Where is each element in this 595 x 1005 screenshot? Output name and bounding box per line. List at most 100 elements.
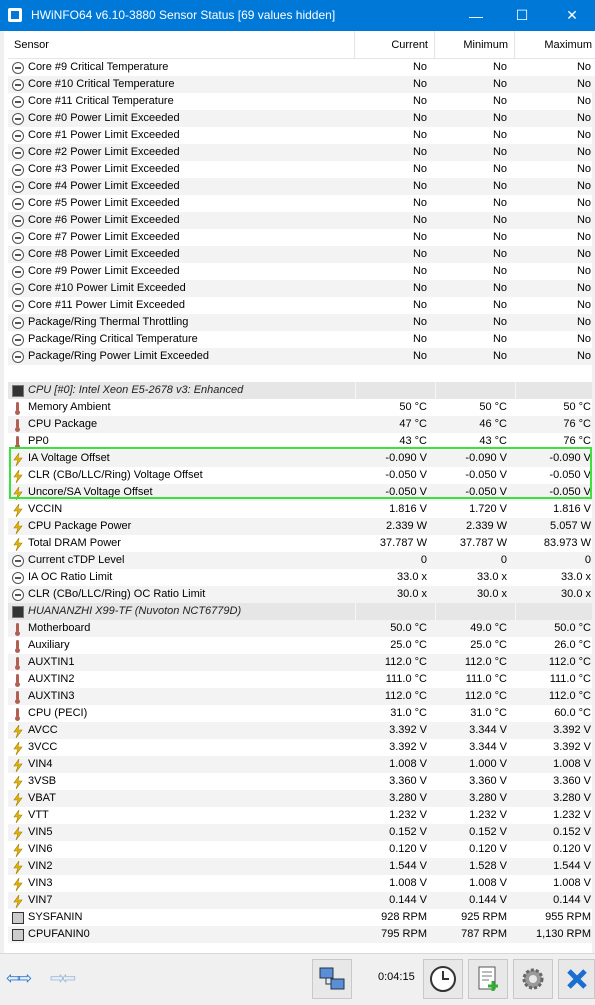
- sensor-name: Core #10 Power Limit Exceeded: [28, 282, 186, 294]
- maximum-value: 955 RPM: [545, 911, 591, 923]
- thermometer-icon: [12, 622, 24, 636]
- sensor-row[interactable]: Package/Ring Power Limit Exceeded No No No: [8, 348, 595, 365]
- sensor-row[interactable]: VIN2 1.544 V 1.528 V 1.544 V: [8, 858, 595, 875]
- sensor-row[interactable]: VIN4 1.008 V 1.000 V 1.008 V: [8, 756, 595, 773]
- sensor-name-cell: CLR (CBo/LLC/Ring) Voltage Offset: [8, 467, 355, 484]
- sensor-name-cell: Motherboard: [8, 620, 355, 637]
- minimum-value: 0.152 V: [469, 826, 507, 838]
- sensor-row[interactable]: IA OC Ratio Limit 33.0 x 33.0 x 33.0 x: [8, 569, 595, 586]
- sensor-name-cell: Core #6 Power Limit Exceeded: [8, 212, 355, 229]
- sensor-name: PP0: [28, 435, 49, 447]
- sensor-row[interactable]: CPU (PECI) 31.0 °C 31.0 °C 60.0 °C: [8, 705, 595, 722]
- fan-icon: [12, 928, 24, 941]
- sensor-row[interactable]: Core #9 Critical Temperature No No No: [8, 59, 595, 76]
- sensor-name: VTT: [28, 809, 49, 821]
- minimum-value: No: [492, 231, 507, 243]
- minimum-value: 112.0 °C: [464, 656, 507, 668]
- sensor-row[interactable]: VIN5 0.152 V 0.152 V 0.152 V: [8, 824, 595, 841]
- sensor-row[interactable]: Uncore/SA Voltage Offset -0.050 V -0.050 V…: [8, 484, 595, 501]
- sensor-row[interactable]: PP0 43 °C 43 °C 76 °C: [8, 433, 595, 450]
- sensor-name: Memory Ambient: [28, 401, 111, 413]
- sensor-row[interactable]: Core #7 Power Limit Exceeded No No No: [8, 229, 595, 246]
- nav-arrows-icon[interactable]: ⇦⇨: [6, 968, 32, 989]
- clock-icon[interactable]: [423, 959, 463, 999]
- sensor-row[interactable]: VTT 1.232 V 1.232 V 1.232 V: [8, 807, 595, 824]
- sensor-row[interactable]: Core #4 Power Limit Exceeded No No No: [8, 178, 595, 195]
- settings-gear-icon[interactable]: [513, 959, 553, 999]
- sensor-name-cell: 3VSB: [8, 773, 355, 790]
- sensor-group-header[interactable]: CPU [#0]: Intel Xeon E5-2678 v3: Enhance…: [8, 382, 595, 399]
- sensor-row[interactable]: AVCC 3.392 V 3.344 V 3.392 V: [8, 722, 595, 739]
- close-x-icon[interactable]: [558, 959, 595, 999]
- sensor-row[interactable]: CPU Package Power 2.339 W 2.339 W 5.057 W: [8, 518, 595, 535]
- sensor-row[interactable]: Current cTDP Level 0 0 0: [8, 552, 595, 569]
- sensor-row[interactable]: Core #6 Power Limit Exceeded No No No: [8, 212, 595, 229]
- sensor-row[interactable]: AUXTIN3 112.0 °C 112.0 °C 112.0 °C: [8, 688, 595, 705]
- sensor-row[interactable]: Core #11 Power Limit Exceeded No No No: [8, 297, 595, 314]
- current-value: No: [412, 299, 427, 311]
- minimum-value: No: [492, 163, 507, 175]
- sensor-name-cell: Memory Ambient: [8, 399, 355, 416]
- minimize-button[interactable]: —: [453, 0, 499, 31]
- column-header-sensor[interactable]: Sensor: [8, 31, 355, 59]
- sensor-row[interactable]: Memory Ambient 50 °C 50 °C 50 °C: [8, 399, 595, 416]
- sensor-row[interactable]: Core #0 Power Limit Exceeded No No No: [8, 110, 595, 127]
- sensor-row[interactable]: Core #1 Power Limit Exceeded No No No: [8, 127, 595, 144]
- elapsed-time: 0:04:15: [378, 971, 415, 983]
- sensor-row[interactable]: Auxiliary 25.0 °C 25.0 °C 26.0 °C: [8, 637, 595, 654]
- sensor-row[interactable]: Core #3 Power Limit Exceeded No No No: [8, 161, 595, 178]
- sensor-row[interactable]: Core #5 Power Limit Exceeded No No No: [8, 195, 595, 212]
- maximum-value: 1.008 V: [553, 758, 591, 770]
- minimum-value: No: [492, 282, 507, 294]
- sensor-row[interactable]: CLR (CBo/LLC/Ring) Voltage Offset -0.050 …: [8, 467, 595, 484]
- sensor-row[interactable]: 3VCC 3.392 V 3.344 V 3.392 V: [8, 739, 595, 756]
- sensor-row[interactable]: VCCIN 1.816 V 1.720 V 1.816 V: [8, 501, 595, 518]
- sensor-row[interactable]: VIN3 1.008 V 1.008 V 1.008 V: [8, 875, 595, 892]
- sensor-row[interactable]: Package/Ring Critical Temperature No No No: [8, 331, 595, 348]
- column-header-maximum[interactable]: Maximum: [515, 31, 595, 59]
- sensor-row[interactable]: Core #10 Critical Temperature No No No: [8, 76, 595, 93]
- sensor-row[interactable]: Core #2 Power Limit Exceeded No No No: [8, 144, 595, 161]
- lightning-bolt-icon: [12, 826, 24, 840]
- sensor-row[interactable]: Core #10 Power Limit Exceeded No No No: [8, 280, 595, 297]
- sensor-row[interactable]: Core #11 Critical Temperature No No No: [8, 93, 595, 110]
- close-window-button[interactable]: ✕: [549, 0, 595, 31]
- title-bar: HWiNFO64 v6.10-3880 Sensor Status [69 va…: [0, 0, 595, 31]
- sensor-row[interactable]: VIN6 0.120 V 0.120 V 0.120 V: [8, 841, 595, 858]
- status-clock-icon: [12, 554, 24, 567]
- lightning-bolt-icon: [12, 894, 24, 908]
- sensor-row[interactable]: VBAT 3.280 V 3.280 V 3.280 V: [8, 790, 595, 807]
- lightning-bolt-icon: [12, 452, 24, 466]
- sensor-row[interactable]: 3VSB 3.360 V 3.360 V 3.360 V: [8, 773, 595, 790]
- column-header-current[interactable]: Current: [355, 31, 435, 59]
- sensor-name: Core #1 Power Limit Exceeded: [28, 129, 180, 141]
- sensor-row[interactable]: VIN7 0.144 V 0.144 V 0.144 V: [8, 892, 595, 909]
- sensor-row[interactable]: Core #9 Power Limit Exceeded No No No: [8, 263, 595, 280]
- report-add-icon[interactable]: [468, 959, 508, 999]
- maximum-value: 1.544 V: [553, 860, 591, 872]
- status-clock-icon: [12, 214, 24, 227]
- maximize-button[interactable]: ☐: [499, 0, 545, 31]
- sensor-group-header[interactable]: HUANANZHI X99-TF (Nuvoton NCT6779D): [8, 603, 595, 620]
- sensor-row[interactable]: CPU Package 47 °C 46 °C 76 °C: [8, 416, 595, 433]
- sensor-row[interactable]: IA Voltage Offset -0.090 V -0.090 V -0.090 …: [8, 450, 595, 467]
- sensor-row[interactable]: AUXTIN1 112.0 °C 112.0 °C 112.0 °C: [8, 654, 595, 671]
- sensor-name: CPU (PECI): [28, 707, 88, 719]
- maximum-value: No: [576, 95, 591, 107]
- sensor-row[interactable]: Core #8 Power Limit Exceeded No No No: [8, 246, 595, 263]
- sensor-row[interactable]: SYSFANIN 928 RPM 925 RPM 955 RPM: [8, 909, 595, 926]
- sensor-row[interactable]: Total DRAM Power 37.787 W 37.787 W 83.973 W: [8, 535, 595, 552]
- minimum-value: 37.787 W: [459, 537, 507, 549]
- sensor-row[interactable]: Motherboard 50.0 °C 49.0 °C 50.0 °C: [8, 620, 595, 637]
- sensor-row[interactable]: CLR (CBo/LLC/Ring) OC Ratio Limit 30.0 x 3…: [8, 586, 595, 603]
- sensor-row[interactable]: CPUFANIN0 795 RPM 787 RPM 1,130 RPM: [8, 926, 595, 943]
- sensor-row[interactable]: AUXTIN2 111.0 °C 111.0 °C 111.0 °C: [8, 671, 595, 688]
- maximum-value: No: [576, 146, 591, 158]
- sensor-name: 3VSB: [28, 775, 57, 787]
- sensor-row[interactable]: Package/Ring Thermal Throttling No No No: [8, 314, 595, 331]
- sensor-name: AVCC: [28, 724, 58, 736]
- network-icon[interactable]: [312, 959, 352, 999]
- lightning-bolt-icon: [12, 860, 24, 874]
- nav-arrows-dim-icon[interactable]: ⇨⇦: [50, 968, 76, 989]
- column-header-minimum[interactable]: Minimum: [435, 31, 515, 59]
